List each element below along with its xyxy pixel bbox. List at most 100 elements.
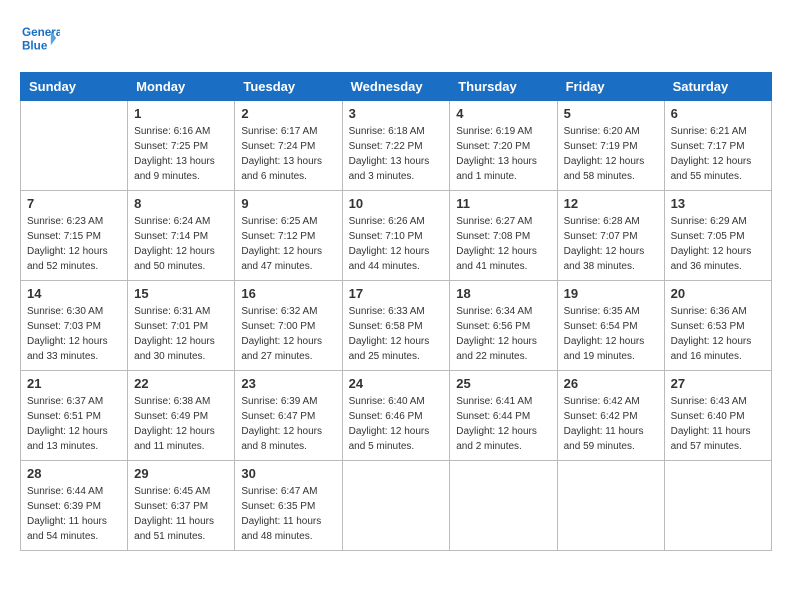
calendar-cell: 11 Sunrise: 6:27 AM Sunset: 7:08 PM Dayli… xyxy=(450,191,557,281)
calendar: SundayMondayTuesdayWednesdayThursdayFrid… xyxy=(20,72,772,551)
day-info: Sunrise: 6:32 AM Sunset: 7:00 PM Dayligh… xyxy=(241,304,335,364)
calendar-cell: 30 Sunrise: 6:47 AM Sunset: 6:35 PM Dayli… xyxy=(235,461,342,551)
day-info: Sunrise: 6:28 AM Sunset: 7:07 PM Dayligh… xyxy=(564,214,658,274)
calendar-cell: 18 Sunrise: 6:34 AM Sunset: 6:56 PM Dayli… xyxy=(450,281,557,371)
day-info: Sunrise: 6:17 AM Sunset: 7:24 PM Dayligh… xyxy=(241,124,335,184)
day-number: 11 xyxy=(456,196,550,211)
week-row-1: 1Sunrise: 6:16 AM Sunset: 7:25 PM Daylig… xyxy=(21,101,772,191)
day-info: Sunrise: 6:43 AM Sunset: 6:40 PM Dayligh… xyxy=(671,394,765,454)
weekday-header-sunday: Sunday xyxy=(21,73,128,101)
logo-icon: General Blue xyxy=(20,20,60,56)
weekday-header-tuesday: Tuesday xyxy=(235,73,342,101)
day-info: Sunrise: 6:40 AM Sunset: 6:46 PM Dayligh… xyxy=(349,394,444,454)
calendar-cell: 7Sunrise: 6:23 AM Sunset: 7:15 PM Daylig… xyxy=(21,191,128,281)
calendar-cell: 25Sunrise: 6:41 AM Sunset: 6:44 PM Dayli… xyxy=(450,371,557,461)
calendar-cell: 20 Sunrise: 6:36 AM Sunset: 6:53 PM Dayli… xyxy=(664,281,771,371)
calendar-cell: 29Sunrise: 6:45 AM Sunset: 6:37 PM Dayli… xyxy=(128,461,235,551)
calendar-cell: 17Sunrise: 6:33 AM Sunset: 6:58 PM Dayli… xyxy=(342,281,450,371)
calendar-cell: 26 Sunrise: 6:42 AM Sunset: 6:42 PM Dayli… xyxy=(557,371,664,461)
day-number: 14 xyxy=(27,286,121,301)
day-info: Sunrise: 6:25 AM Sunset: 7:12 PM Dayligh… xyxy=(241,214,335,274)
weekday-header-thursday: Thursday xyxy=(450,73,557,101)
day-info: Sunrise: 6:35 AM Sunset: 6:54 PM Dayligh… xyxy=(564,304,658,364)
calendar-cell: 9 Sunrise: 6:25 AM Sunset: 7:12 PM Daylig… xyxy=(235,191,342,281)
day-number: 25 xyxy=(456,376,550,391)
day-info: Sunrise: 6:39 AM Sunset: 6:47 PM Dayligh… xyxy=(241,394,335,454)
calendar-cell: 19 Sunrise: 6:35 AM Sunset: 6:54 PM Dayli… xyxy=(557,281,664,371)
day-number: 19 xyxy=(564,286,658,301)
calendar-cell: 21 Sunrise: 6:37 AM Sunset: 6:51 PM Dayli… xyxy=(21,371,128,461)
calendar-cell: 24 Sunrise: 6:40 AM Sunset: 6:46 PM Dayli… xyxy=(342,371,450,461)
day-number: 21 xyxy=(27,376,121,391)
calendar-cell: 3Sunrise: 6:18 AM Sunset: 7:22 PM Daylig… xyxy=(342,101,450,191)
day-info: Sunrise: 6:44 AM Sunset: 6:39 PM Dayligh… xyxy=(27,484,121,544)
day-number: 30 xyxy=(241,466,335,481)
day-number: 18 xyxy=(456,286,550,301)
day-info: Sunrise: 6:27 AM Sunset: 7:08 PM Dayligh… xyxy=(456,214,550,274)
day-number: 22 xyxy=(134,376,228,391)
day-number: 7 xyxy=(27,196,121,211)
weekday-header-wednesday: Wednesday xyxy=(342,73,450,101)
day-info: Sunrise: 6:42 AM Sunset: 6:42 PM Dayligh… xyxy=(564,394,658,454)
calendar-cell: 27 Sunrise: 6:43 AM Sunset: 6:40 PM Dayli… xyxy=(664,371,771,461)
day-number: 28 xyxy=(27,466,121,481)
calendar-cell: 8 Sunrise: 6:24 AM Sunset: 7:14 PM Daylig… xyxy=(128,191,235,281)
logo: General Blue xyxy=(20,20,66,56)
weekday-header-friday: Friday xyxy=(557,73,664,101)
day-info: Sunrise: 6:47 AM Sunset: 6:35 PM Dayligh… xyxy=(241,484,335,544)
calendar-cell: 16 Sunrise: 6:32 AM Sunset: 7:00 PM Dayli… xyxy=(235,281,342,371)
calendar-cell xyxy=(342,461,450,551)
calendar-cell: 2Sunrise: 6:17 AM Sunset: 7:24 PM Daylig… xyxy=(235,101,342,191)
day-info: Sunrise: 6:30 AM Sunset: 7:03 PM Dayligh… xyxy=(27,304,121,364)
week-row-2: 7Sunrise: 6:23 AM Sunset: 7:15 PM Daylig… xyxy=(21,191,772,281)
week-row-3: 14 Sunrise: 6:30 AM Sunset: 7:03 PM Dayli… xyxy=(21,281,772,371)
calendar-cell: 28 Sunrise: 6:44 AM Sunset: 6:39 PM Dayli… xyxy=(21,461,128,551)
day-number: 15 xyxy=(134,286,228,301)
day-number: 12 xyxy=(564,196,658,211)
calendar-cell xyxy=(450,461,557,551)
day-info: Sunrise: 6:26 AM Sunset: 7:10 PM Dayligh… xyxy=(349,214,444,274)
calendar-cell: 10 Sunrise: 6:26 AM Sunset: 7:10 PM Dayli… xyxy=(342,191,450,281)
day-number: 17 xyxy=(349,286,444,301)
day-info: Sunrise: 6:38 AM Sunset: 6:49 PM Dayligh… xyxy=(134,394,228,454)
calendar-cell xyxy=(557,461,664,551)
calendar-cell xyxy=(21,101,128,191)
day-number: 20 xyxy=(671,286,765,301)
day-number: 16 xyxy=(241,286,335,301)
calendar-cell: 4 Sunrise: 6:19 AM Sunset: 7:20 PM Daylig… xyxy=(450,101,557,191)
day-number: 5 xyxy=(564,106,658,121)
weekday-header-monday: Monday xyxy=(128,73,235,101)
day-info: Sunrise: 6:31 AM Sunset: 7:01 PM Dayligh… xyxy=(134,304,228,364)
week-row-5: 28 Sunrise: 6:44 AM Sunset: 6:39 PM Dayli… xyxy=(21,461,772,551)
calendar-cell: 14 Sunrise: 6:30 AM Sunset: 7:03 PM Dayli… xyxy=(21,281,128,371)
day-info: Sunrise: 6:34 AM Sunset: 6:56 PM Dayligh… xyxy=(456,304,550,364)
calendar-cell: 15 Sunrise: 6:31 AM Sunset: 7:01 PM Dayli… xyxy=(128,281,235,371)
day-number: 9 xyxy=(241,196,335,211)
calendar-cell: 22 Sunrise: 6:38 AM Sunset: 6:49 PM Dayli… xyxy=(128,371,235,461)
day-number: 10 xyxy=(349,196,444,211)
calendar-cell: 23 Sunrise: 6:39 AM Sunset: 6:47 PM Dayli… xyxy=(235,371,342,461)
day-info: Sunrise: 6:37 AM Sunset: 6:51 PM Dayligh… xyxy=(27,394,121,454)
calendar-cell: 1Sunrise: 6:16 AM Sunset: 7:25 PM Daylig… xyxy=(128,101,235,191)
day-info: Sunrise: 6:19 AM Sunset: 7:20 PM Dayligh… xyxy=(456,124,550,184)
weekday-header-saturday: Saturday xyxy=(664,73,771,101)
day-number: 26 xyxy=(564,376,658,391)
day-info: Sunrise: 6:45 AM Sunset: 6:37 PM Dayligh… xyxy=(134,484,228,544)
day-info: Sunrise: 6:18 AM Sunset: 7:22 PM Dayligh… xyxy=(349,124,444,184)
day-number: 6 xyxy=(671,106,765,121)
day-number: 4 xyxy=(456,106,550,121)
calendar-cell: 5Sunrise: 6:20 AM Sunset: 7:19 PM Daylig… xyxy=(557,101,664,191)
calendar-cell xyxy=(664,461,771,551)
weekday-header-row: SundayMondayTuesdayWednesdayThursdayFrid… xyxy=(21,73,772,101)
page-header: General Blue xyxy=(20,20,772,56)
day-info: Sunrise: 6:24 AM Sunset: 7:14 PM Dayligh… xyxy=(134,214,228,274)
calendar-cell: 12 Sunrise: 6:28 AM Sunset: 7:07 PM Dayli… xyxy=(557,191,664,281)
day-number: 8 xyxy=(134,196,228,211)
day-info: Sunrise: 6:29 AM Sunset: 7:05 PM Dayligh… xyxy=(671,214,765,274)
calendar-cell: 13Sunrise: 6:29 AM Sunset: 7:05 PM Dayli… xyxy=(664,191,771,281)
day-info: Sunrise: 6:36 AM Sunset: 6:53 PM Dayligh… xyxy=(671,304,765,364)
day-number: 24 xyxy=(349,376,444,391)
day-number: 23 xyxy=(241,376,335,391)
day-number: 27 xyxy=(671,376,765,391)
week-row-4: 21 Sunrise: 6:37 AM Sunset: 6:51 PM Dayli… xyxy=(21,371,772,461)
